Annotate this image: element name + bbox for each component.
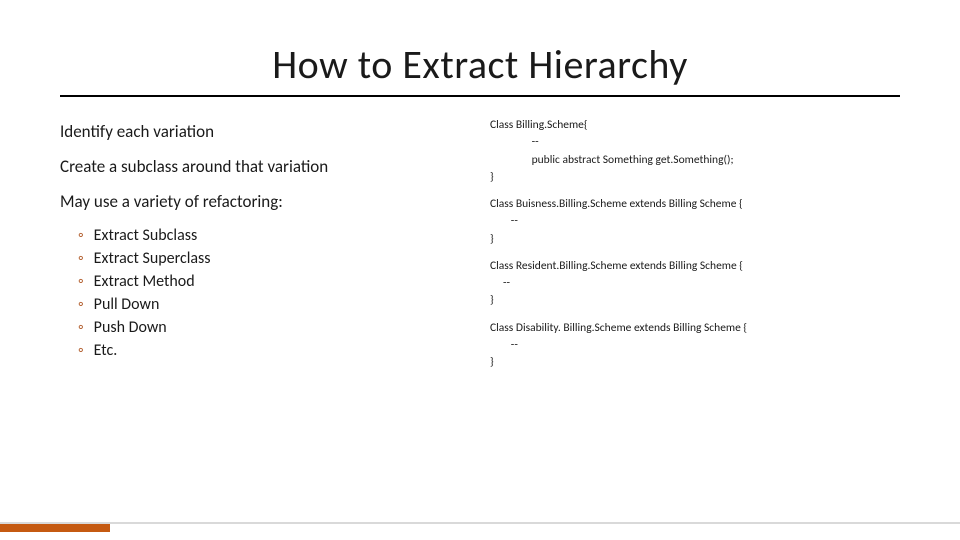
footer-gray-line	[0, 522, 960, 524]
title-underline	[60, 95, 900, 97]
left-column: Identify each variation Create a subclas…	[60, 115, 470, 381]
list-item: Pull Down	[78, 295, 470, 314]
code-disability-billing: Class Disability. Billing.Scheme extends…	[490, 320, 900, 372]
list-item: Extract Subclass	[78, 226, 470, 245]
right-column: Class Billing.Scheme{ -- public abstract…	[490, 115, 900, 381]
para-identify: Identify each variation	[60, 121, 470, 142]
list-item: Etc.	[78, 341, 470, 360]
footer-bar	[0, 518, 960, 532]
list-item: Extract Method	[78, 272, 470, 291]
para-refactoring: May use a variety of refactoring:	[60, 191, 470, 212]
content-columns: Identify each variation Create a subclas…	[60, 115, 900, 381]
code-billing-scheme: Class Billing.Scheme{ -- public abstract…	[490, 117, 900, 186]
list-item: Push Down	[78, 318, 470, 337]
list-item: Extract Superclass	[78, 249, 470, 268]
code-business-billing: Class Buisness.Billing.Scheme extends Bi…	[490, 196, 900, 248]
refactoring-list: Extract Subclass Extract Superclass Extr…	[60, 226, 470, 360]
page-title: How to Extract Hierarchy	[60, 40, 900, 89]
para-create-subclass: Create a subclass around that variation	[60, 156, 470, 177]
slide: How to Extract Hierarchy Identify each v…	[0, 0, 960, 540]
code-resident-billing: Class Resident.Billing.Scheme extends Bi…	[490, 258, 900, 310]
footer-orange-accent	[0, 524, 110, 532]
